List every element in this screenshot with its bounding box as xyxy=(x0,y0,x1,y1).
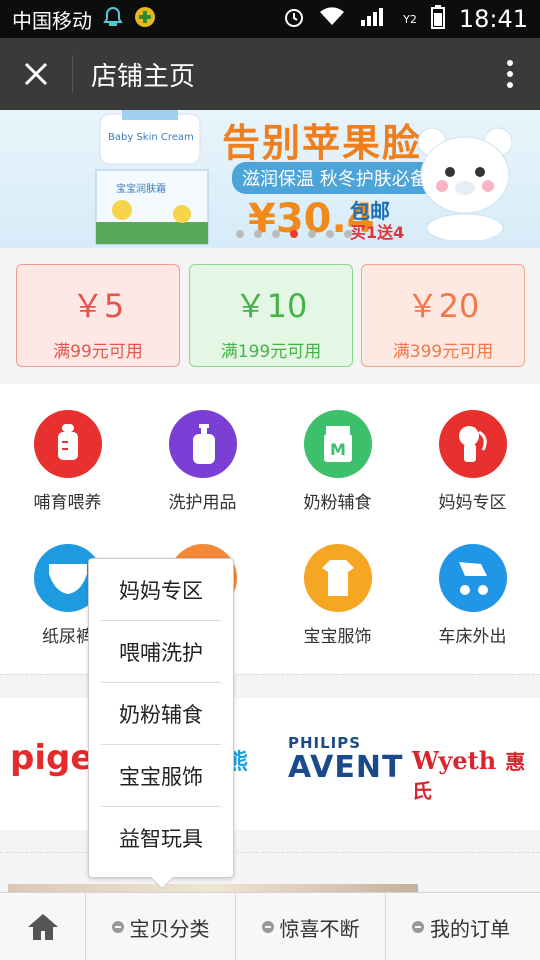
product-thumbnail-strip xyxy=(8,884,418,892)
bear-mascot-image xyxy=(417,127,513,240)
pagination-dot[interactable] xyxy=(272,230,280,238)
popup-item-mom[interactable]: 妈妈专区 xyxy=(89,559,233,620)
pagination-dot[interactable] xyxy=(236,230,244,238)
status-bar: 中国移动 Y2 18:41 xyxy=(0,0,540,38)
coupon-condition: 满99元可用 xyxy=(53,342,143,362)
svg-text:M: M xyxy=(330,440,346,459)
stroller-icon xyxy=(438,544,507,612)
divider xyxy=(0,852,540,853)
menu-dot-icon xyxy=(111,921,124,933)
banner-subline: 滋润保温 秋冬护肤必备 xyxy=(232,162,438,194)
category-label: 洗护用品 xyxy=(168,493,237,513)
pagination-dot[interactable] xyxy=(254,230,262,238)
banner-headline: 告别苹果脸 xyxy=(222,120,423,165)
home-icon xyxy=(27,914,58,940)
coupon-card[interactable]: ￥10 满199元可用 xyxy=(189,264,353,367)
category-label: 车床外出 xyxy=(438,627,507,647)
nav-divider xyxy=(72,55,73,93)
coupon-amount: ￥10 xyxy=(234,287,308,325)
banner-promo: 买1送4 xyxy=(350,223,405,242)
category-feeding[interactable]: 哺育喂养 xyxy=(0,410,135,513)
popup-item-formula[interactable]: 奶粉辅食 xyxy=(89,683,233,744)
banner-shipping: 包邮 xyxy=(350,199,390,223)
coupon-section: ￥5 满99元可用 ￥10 满199元可用 ￥20 满399元可用 xyxy=(0,248,540,384)
product-label-cn: 宝宝润肤霜 xyxy=(116,184,166,195)
tab-categories[interactable]: 宝贝分类 xyxy=(86,893,236,960)
coupon-amount: ￥5 xyxy=(71,287,125,325)
signal-icon xyxy=(359,6,389,33)
clock: 18:41 xyxy=(458,5,528,33)
pagination-dot[interactable] xyxy=(326,230,334,238)
more-options-button[interactable] xyxy=(480,38,540,110)
category-label: 奶粉辅食 xyxy=(303,493,372,513)
network-type: Y2 xyxy=(403,12,417,26)
breast-pump-icon xyxy=(438,410,507,478)
tab-surprises[interactable]: 惊喜不断 xyxy=(236,893,386,960)
bottom-tab-bar: 宝贝分类 惊喜不断 我的订单 xyxy=(0,892,540,960)
tab-my-orders[interactable]: 我的订单 xyxy=(386,893,536,960)
wifi-icon xyxy=(319,6,345,32)
popup-item-feeding-care[interactable]: 喂哺洗护 xyxy=(89,621,233,682)
close-icon xyxy=(24,62,48,86)
brand-wyeth-logo[interactable]: Wyeth 惠氏 xyxy=(412,746,540,804)
menu-dot-icon xyxy=(412,921,424,933)
popup-item-clothes[interactable]: 宝宝服饰 xyxy=(89,745,233,806)
pagination-dot[interactable] xyxy=(344,230,352,238)
milk-powder-icon: M xyxy=(303,410,372,478)
category-label: 妈妈专区 xyxy=(438,493,507,513)
tab-label: 宝贝分类 xyxy=(129,916,210,941)
coupon-amount: ￥20 xyxy=(406,287,480,325)
tab-label: 我的订单 xyxy=(430,916,510,941)
close-button[interactable] xyxy=(0,38,72,110)
category-grid: 哺育喂养 洗护用品 M 奶粉辅食 妈妈专区 纸尿裤 宝宝服饰 车床外出 xyxy=(0,384,540,674)
banner-price-note: 包邮 买1送4 xyxy=(350,200,404,244)
baby-bottle-icon xyxy=(33,410,102,478)
category-label: 宝宝服饰 xyxy=(303,627,372,647)
product-image xyxy=(95,110,209,245)
category-clothes[interactable]: 宝宝服饰 xyxy=(270,544,405,647)
coupon-condition: 满199元可用 xyxy=(220,342,322,362)
home-tab[interactable] xyxy=(0,893,86,960)
divider xyxy=(0,674,540,675)
lotion-bottle-icon xyxy=(168,410,237,478)
app-icon xyxy=(134,6,156,33)
alarm-icon xyxy=(283,6,305,33)
carrier-name: 中国移动 xyxy=(12,8,92,33)
popup-item-toys[interactable]: 益智玩具 xyxy=(89,807,233,868)
category-formula[interactable]: M 奶粉辅食 xyxy=(270,410,405,513)
menu-dot-icon xyxy=(261,921,274,933)
notification-icon xyxy=(102,6,124,33)
content-peek xyxy=(0,832,540,892)
brand-avent-logo[interactable]: PHILIPS AVENT xyxy=(288,734,403,785)
top-nav-bar: 店铺主页 xyxy=(0,38,540,110)
pagination-dot[interactable] xyxy=(308,230,316,238)
brand-name: Wyeth xyxy=(412,746,497,775)
brand-strip: pigeo 熊 PHILIPS AVENT Wyeth 惠氏 xyxy=(0,698,540,830)
coupon-card[interactable]: ￥5 满99元可用 xyxy=(16,264,180,367)
promo-banner[interactable]: Baby Skin Cream 宝宝润肤霜 告别苹果脸 滋润保温 秋冬护肤必备 … xyxy=(0,110,540,248)
brand-name: AVENT xyxy=(288,750,404,785)
category-mom[interactable]: 妈妈专区 xyxy=(405,410,540,513)
coupon-card[interactable]: ￥20 满399元可用 xyxy=(361,264,525,367)
page-title: 店铺主页 xyxy=(91,61,196,92)
tab-label: 惊喜不断 xyxy=(279,916,360,941)
product-label-en: Baby Skin Cream xyxy=(108,132,194,143)
more-vertical-icon xyxy=(507,60,513,88)
pagination-dot-active[interactable] xyxy=(290,230,298,238)
coupon-condition: 满399元可用 xyxy=(392,342,494,362)
category-popup-menu: 妈妈专区 喂哺洗护 奶粉辅食 宝宝服饰 益智玩具 xyxy=(88,558,234,890)
battery-icon xyxy=(430,4,445,34)
category-label: 哺育喂养 xyxy=(33,493,102,513)
baby-clothes-icon xyxy=(303,544,372,612)
banner-pagination xyxy=(236,230,352,238)
category-stroller[interactable]: 车床外出 xyxy=(405,544,540,647)
category-toiletries[interactable]: 洗护用品 xyxy=(135,410,270,513)
